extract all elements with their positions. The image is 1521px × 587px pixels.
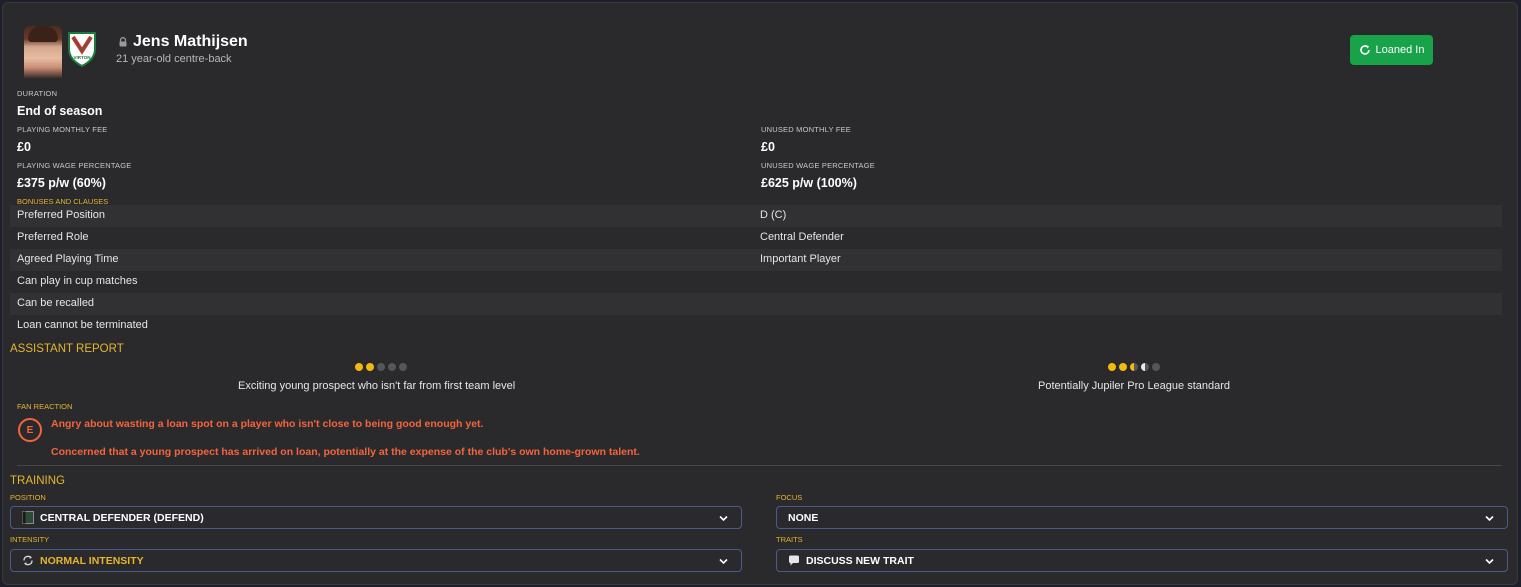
chevron-down-icon <box>719 515 728 522</box>
position-value: CENTRAL DEFENDER (DEFEND) <box>40 512 204 524</box>
training-title: TRAINING <box>10 475 65 487</box>
loaned-in-button[interactable]: Loaned In <box>1350 35 1433 65</box>
clause-row: Loan cannot be terminated <box>10 315 1502 337</box>
clause-row: Preferred Role Central Defender <box>10 227 1502 249</box>
chevron-down-icon <box>1485 558 1494 565</box>
star-icon <box>366 363 374 371</box>
star-icon <box>1141 363 1149 371</box>
intensity-value: NORMAL INTENSITY <box>40 555 144 567</box>
clause-label: Preferred Role <box>17 231 89 243</box>
clause-row: Can play in cup matches <box>10 271 1502 293</box>
lock-icon <box>119 37 127 47</box>
club-crest-text: VIRTON <box>74 55 91 60</box>
refresh-icon <box>1359 45 1370 55</box>
star-icon <box>388 363 396 371</box>
chevron-down-icon <box>719 558 728 565</box>
unused-wage-value: £625 p/w (100%) <box>761 176 857 190</box>
clause-value: Central Defender <box>760 231 844 243</box>
fan-reaction-line: Concerned that a young prospect has arri… <box>51 446 640 458</box>
star-icon <box>399 363 407 371</box>
traits-select[interactable]: DISCUSS NEW TRAIT <box>776 549 1508 572</box>
player-subtitle: 21 year-old centre-back <box>116 53 232 65</box>
position-label: POSITION <box>10 493 46 502</box>
traits-label: TRAITS <box>776 535 803 544</box>
clause-value: Important Player <box>760 253 841 265</box>
loaned-in-label: Loaned In <box>1375 44 1425 56</box>
focus-select[interactable]: NONE <box>776 506 1508 529</box>
clause-row: Can be recalled <box>10 293 1502 315</box>
current-ability-stars[interactable] <box>355 363 407 371</box>
playing-wage-label: PLAYING WAGE PERCENTAGE <box>17 161 132 170</box>
assistant-report-title: ASSISTANT REPORT <box>10 343 124 355</box>
potential-ability-text: Potentially Jupiler Pro League standard <box>1038 380 1231 392</box>
clause-label: Can play in cup matches <box>17 275 138 287</box>
cycle-icon <box>23 555 33 566</box>
star-icon <box>1152 363 1160 371</box>
intensity-label: INTENSITY <box>10 535 50 544</box>
intensity-select[interactable]: NORMAL INTENSITY <box>10 549 742 572</box>
divider <box>17 465 1502 466</box>
duration-value: End of season <box>17 104 103 118</box>
clause-label: Loan cannot be terminated <box>17 319 148 331</box>
unused-wage-label: UNUSED WAGE PERCENTAGE <box>761 161 875 170</box>
clause-row: Preferred Position D (C) <box>10 205 1502 227</box>
duration-label: DURATION <box>17 89 58 98</box>
unused-fee-label: UNUSED MONTHLY FEE <box>761 125 852 134</box>
focus-value: NONE <box>788 512 819 524</box>
star-icon <box>1119 363 1127 371</box>
position-select[interactable]: CENTRAL DEFENDER (DEFEND) <box>10 506 742 529</box>
clause-label: Can be recalled <box>17 297 95 309</box>
clause-label: Agreed Playing Time <box>17 253 119 265</box>
player-name[interactable]: Jens Mathijsen <box>133 33 248 51</box>
playing-fee-label: PLAYING MONTHLY FEE <box>17 125 108 134</box>
playing-fee-value: £0 <box>17 140 31 154</box>
focus-label: FOCUS <box>776 493 803 502</box>
chevron-down-icon <box>1485 515 1494 522</box>
speech-bubble-icon <box>789 555 799 566</box>
traits-value: DISCUSS NEW TRAIT <box>806 555 914 567</box>
star-icon <box>1130 363 1138 371</box>
star-icon <box>377 363 385 371</box>
clause-row: Agreed Playing Time Important Player <box>10 249 1502 271</box>
player-photo[interactable] <box>24 26 62 78</box>
current-ability-text: Exciting young prospect who isn't far fr… <box>238 380 516 392</box>
clause-label: Preferred Position <box>17 209 106 221</box>
star-icon <box>355 363 363 371</box>
fan-reaction-grade-icon: E <box>18 418 42 442</box>
fan-reaction-title: FAN REACTION <box>17 402 73 411</box>
unused-fee-value: £0 <box>761 140 775 154</box>
clause-value: D (C) <box>760 209 787 221</box>
star-icon <box>1108 363 1116 371</box>
potential-ability-stars[interactable] <box>1108 363 1160 371</box>
playing-wage-value: £375 p/w (60%) <box>17 176 106 190</box>
club-crest-icon[interactable]: VIRTON <box>67 31 97 67</box>
fan-reaction-line: Angry about wasting a loan spot on a pla… <box>51 418 484 430</box>
pitch-position-icon <box>22 511 34 524</box>
